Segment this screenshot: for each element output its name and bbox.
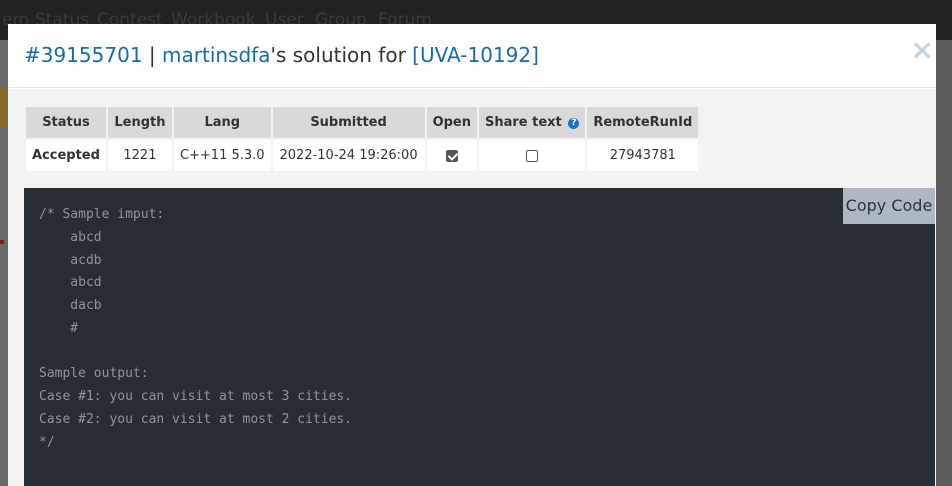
header-status: Status — [24, 105, 108, 140]
share-text-checkbox[interactable] — [526, 149, 539, 162]
background-page-edge — [0, 40, 8, 486]
source-code: /* Sample imput: abcd acdb abcd dacb # S… — [39, 207, 353, 450]
table-row: Accepted 1221 C++11 5.3.0 2022-10-24 19:… — [24, 138, 701, 173]
cell-share-text — [476, 138, 588, 173]
header-share-text: Share text ? — [476, 105, 588, 140]
user-link[interactable]: martinsdfa — [162, 43, 270, 67]
header-length: Length — [105, 105, 174, 140]
background-marker — [0, 240, 4, 244]
cell-lang: C++11 5.3.0 — [171, 138, 273, 173]
header-remote-run-id: RemoteRunId — [585, 105, 701, 140]
copy-code-button[interactable]: Copy Code — [843, 188, 935, 224]
header-lang: Lang — [171, 105, 273, 140]
cell-status: Accepted — [24, 138, 108, 173]
code-viewer[interactable]: /* Sample imput: abcd acdb abcd dacb # S… — [24, 188, 935, 486]
run-id-link[interactable]: #39155701 — [24, 43, 143, 67]
modal-body: Status Length Lang Submitted Open Share … — [8, 89, 936, 486]
header-open: Open — [424, 105, 480, 140]
help-icon[interactable]: ? — [568, 118, 580, 129]
table-header-row: Status Length Lang Submitted Open Share … — [24, 105, 701, 140]
cell-length: 1221 — [105, 138, 174, 173]
modal-title: #39155701 | martinsdfa's solution for [U… — [24, 43, 539, 67]
header-submitted: Submitted — [270, 105, 427, 140]
close-button[interactable]: × — [911, 36, 934, 64]
cell-submitted: 2022-10-24 19:26:00 — [270, 138, 427, 173]
title-separator: | — [142, 43, 163, 67]
problem-link[interactable]: [UVA-10192] — [412, 43, 539, 67]
solution-info-table: Status Length Lang Submitted Open Share … — [24, 105, 701, 173]
background-accent — [0, 88, 8, 128]
cell-open — [424, 138, 480, 173]
header-share-text-label: Share text — [485, 115, 562, 130]
solution-modal: #39155701 | martinsdfa's solution for [U… — [8, 24, 936, 486]
title-middle-text: 's solution for — [270, 43, 413, 67]
open-checkbox[interactable] — [445, 149, 458, 162]
cell-remote-run-id: 27943781 — [585, 138, 701, 173]
modal-header: #39155701 | martinsdfa's solution for [U… — [8, 24, 936, 88]
